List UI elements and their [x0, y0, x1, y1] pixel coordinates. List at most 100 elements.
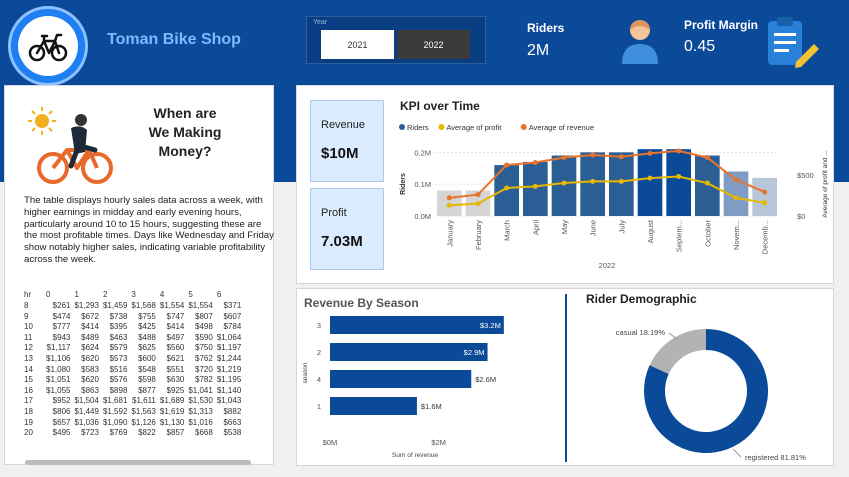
sales-cell: $630: [166, 375, 185, 385]
revenue-card: Revenue $10M: [310, 100, 384, 182]
legend-marker: [399, 124, 405, 130]
revenue-line-point: [676, 148, 682, 154]
hour-cell: 8: [24, 301, 29, 310]
sales-cell: $1,016: [188, 417, 213, 427]
table-header-cell: 3: [131, 290, 136, 299]
panel-divider: [565, 294, 567, 462]
y2-tick-label: $0: [797, 212, 805, 221]
sales-cell: $784: [223, 322, 242, 332]
x-tick-label: February: [474, 220, 483, 250]
sales-cell: $1,681: [102, 396, 128, 406]
sales-cell: $620: [81, 375, 99, 385]
sales-cell: $822: [138, 428, 156, 438]
sales-cell: $1,130: [159, 417, 185, 427]
x-tick-label: May: [560, 220, 569, 234]
sales-cell: $1,619: [159, 406, 185, 416]
sales-cell: $738: [109, 311, 128, 321]
legend-item: Riders: [407, 123, 429, 132]
revenue-line-point: [532, 159, 538, 165]
riders-label: Riders: [527, 21, 565, 35]
year-2022-button[interactable]: 2022: [397, 30, 470, 59]
sales-cell: $782: [195, 375, 213, 385]
x-tick-label: $0M: [323, 438, 338, 447]
season-bar: [330, 397, 417, 415]
table-row: 19 $657 $1,036 $1,090 $1,126 $1,130 $1,016 $663: [22, 418, 243, 429]
table-row: 8 $261 $1,293 $1,459 $1,568 $1,554 $1,554 $371: [22, 301, 243, 312]
sales-cell: $863: [81, 385, 99, 395]
y2-axis-title: Average of profit and ...: [822, 150, 829, 218]
insight-description: The table displays hourly sales data acr…: [24, 195, 274, 265]
sales-cell: $516: [109, 364, 128, 374]
table-row: 15 $1,051 $620 $576 $598 $630 $782 $1,195: [22, 375, 243, 386]
sales-cell: $1,106: [46, 353, 71, 363]
sales-cell: $425: [138, 322, 156, 332]
hour-cell: 15: [24, 375, 33, 385]
sales-cell: $414: [166, 322, 185, 332]
year-slicer: Year 2021 2022: [306, 16, 486, 64]
sales-cell: $747: [166, 311, 185, 321]
year-2021-button[interactable]: 2021: [321, 30, 394, 59]
hour-cell: 20: [24, 428, 33, 438]
table-row: 12 $1,117 $624 $579 $625 $560 $750 $1,197: [22, 343, 243, 354]
legend-marker: [438, 124, 445, 130]
sales-cell: $750: [195, 343, 213, 353]
hour-cell: 10: [24, 322, 33, 332]
revenue-line-point: [561, 155, 567, 161]
demographic-chart-title: Rider Demographic: [586, 292, 697, 306]
sales-cell: $579: [109, 343, 128, 353]
profit-line-point: [647, 175, 653, 181]
y2-tick-label: $500: [797, 171, 814, 180]
revenue-line-point: [733, 177, 739, 183]
table-header-cell: 4: [159, 290, 165, 299]
sales-cell: $1,554: [188, 301, 213, 310]
sales-cell: $607: [223, 311, 242, 321]
x-axis-title: Sum of revenue: [392, 452, 438, 459]
sales-cell: $598: [138, 375, 156, 385]
sales-cell: $1,219: [216, 364, 242, 374]
sales-cell: $925: [166, 385, 185, 395]
sales-cell: $877: [138, 385, 156, 395]
season-category-label: 2: [317, 348, 321, 357]
x-tick-label: April: [531, 220, 540, 235]
casual-data-label: casual 18.19%: [616, 328, 666, 337]
sales-cell: $1,563: [131, 406, 156, 416]
kpi-over-time-chart: Riders Average of profit Average of revenu…: [399, 123, 829, 270]
revenue-line-point: [504, 162, 510, 168]
x-tick-label: October: [703, 220, 712, 247]
hourly-sales-table: hr 0 1 2 3 4 5 6 8 $261 $1,293 $1,459 $1,568 $1,554 $…: [22, 288, 243, 439]
profit-line-point: [590, 178, 596, 184]
sales-cell: $943: [52, 332, 71, 342]
profit-line-point: [676, 173, 682, 179]
season-bar: [330, 316, 504, 334]
logo: [8, 6, 88, 86]
x-tick-label: Decemb...: [761, 220, 770, 254]
sales-cell: $620: [81, 353, 99, 363]
insight-panel: When are We Making Money? The table disp…: [4, 85, 274, 465]
sales-cell: $625: [138, 343, 156, 353]
sales-cell: $1,568: [131, 301, 156, 310]
sales-cell: $657: [52, 417, 71, 427]
sales-cell: $1,090: [102, 417, 128, 427]
sales-cell: $624: [81, 343, 99, 353]
season-data-label: $3.2M: [480, 321, 501, 330]
table-header-cell: 6: [216, 290, 222, 299]
revenue-value: $10M: [321, 145, 359, 162]
sales-cell: $489: [81, 332, 99, 342]
sales-cell: $1,504: [74, 396, 99, 406]
table-row: 10 $777 $414 $395 $425 $414 $498 $784: [22, 322, 243, 333]
riders-value: 2M: [527, 42, 550, 59]
profit-line-point: [733, 195, 739, 201]
sales-cell: $952: [52, 396, 71, 406]
leader-line: [732, 448, 742, 458]
sales-cell: $1,313: [188, 406, 213, 416]
legend-item: Average of profit: [446, 123, 502, 132]
table-scrollbar[interactable]: [25, 460, 251, 465]
revenue-line-point: [446, 195, 452, 201]
profit-line-point: [704, 180, 710, 186]
sales-cell: $672: [81, 311, 99, 321]
x-tick-label: Septem...: [675, 220, 684, 252]
bicycle-icon: [18, 16, 78, 76]
rider-bar: [752, 177, 777, 216]
sales-cell: $1,036: [74, 417, 99, 427]
table-row: 17 $952 $1,504 $1,681 $1,611 $1,689 $1,530 $1,0…: [22, 396, 243, 407]
